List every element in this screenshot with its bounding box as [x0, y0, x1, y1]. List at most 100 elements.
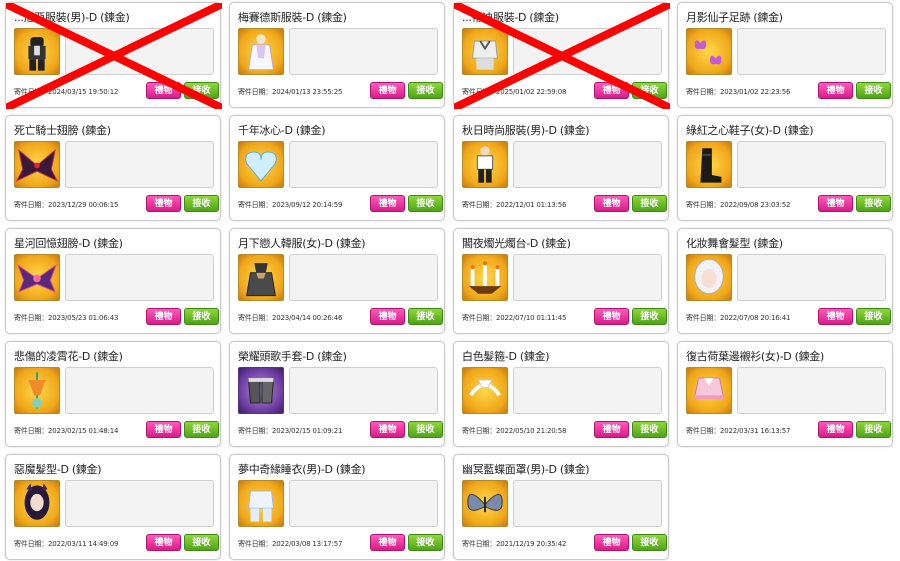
item-thumbnail: [462, 28, 508, 75]
mail-item-card: ...蒂迪服裝-D (鍊金) 寄件日期：2025/01/02 22:59:08 …: [453, 2, 670, 109]
mail-item-card: 綠紅之心鞋子(女)-D (鍊金) 寄件日期：2022/09/08 23:03:5…: [677, 115, 893, 221]
item-title: 幽冥藍蝶面罩(男)-D (鍊金): [462, 463, 590, 476]
message-box: [737, 254, 886, 301]
gift-button[interactable]: 禮物: [146, 308, 181, 325]
message-box: [513, 254, 662, 301]
message-box: [289, 28, 438, 75]
gift-button[interactable]: 禮物: [146, 421, 181, 438]
item-thumbnail: [14, 254, 60, 301]
receive-button[interactable]: 接收: [408, 421, 443, 438]
receive-button[interactable]: 接收: [632, 534, 667, 551]
item-title: ...尼亞服裝(男)-D (鍊金): [14, 11, 130, 24]
gift-button[interactable]: 禮物: [818, 308, 853, 325]
sent-date: 寄件日期：2022/03/08 13:17:57: [238, 540, 343, 548]
gift-button[interactable]: 禮物: [594, 308, 629, 325]
sent-date: 寄件日期：2022/07/08 20:16:41: [686, 314, 791, 322]
message-box: [289, 254, 438, 301]
gift-button[interactable]: 禮物: [594, 82, 629, 99]
item-title: 秋日時尚服裝(男)-D (鍊金): [462, 124, 590, 137]
message-box: [65, 254, 214, 301]
mail-item-card: 月下戀人韓服(女)-D (鍊金) 寄件日期：2023/04/14 00:26:4…: [229, 228, 445, 334]
message-box: [65, 141, 214, 188]
mail-item-card: 閣夜燭光燭台-D (鍊金) 寄件日期：2022/07/10 01:11:45 禮…: [453, 228, 669, 334]
receive-button[interactable]: 接收: [408, 195, 443, 212]
gift-button[interactable]: 禮物: [818, 82, 853, 99]
sent-date: 寄件日期：2023/01/02 22:23:56: [686, 88, 791, 96]
demon-hair-icon: [24, 483, 50, 520]
item-thumbnail: [462, 367, 508, 414]
receive-button[interactable]: 接收: [408, 82, 443, 99]
receive-button[interactable]: 接收: [184, 82, 219, 99]
sent-date: 寄件日期：2025/01/02 22:59:08: [462, 88, 567, 96]
item-thumbnail: [686, 141, 732, 188]
sent-date: 寄件日期：2022/03/31 16:13:57: [686, 427, 791, 435]
item-thumbnail: [14, 367, 60, 414]
sent-date: 寄件日期：2023/05/23 01:06:43: [14, 314, 119, 322]
mail-item-card: 月影仙子足跡 (鍊金) 寄件日期：2023/01/02 22:23:56 禮物 …: [677, 2, 893, 108]
receive-button[interactable]: 接收: [408, 308, 443, 325]
item-thumbnail: [14, 28, 60, 75]
message-box: [513, 367, 662, 414]
gift-button[interactable]: 禮物: [370, 421, 405, 438]
item-title: 榮耀頭歌手套-D (鍊金): [238, 350, 347, 363]
butterfly-mask-icon: [467, 493, 503, 513]
item-thumbnail: [238, 28, 284, 75]
sent-date: 寄件日期：2023/02/15 01:48:14: [14, 427, 119, 435]
sent-date: 寄件日期：2023/12/29 00:06:15: [14, 201, 119, 209]
item-title: 復古荷葉邊襯衫(女)-D (鍊金): [686, 350, 825, 363]
receive-button[interactable]: 接收: [184, 195, 219, 212]
receive-button[interactable]: 接收: [856, 308, 891, 325]
item-title: 月下戀人韓服(女)-D (鍊金): [238, 237, 366, 250]
receive-button[interactable]: 接收: [632, 421, 667, 438]
dark-wings-icon: [15, 148, 59, 182]
receive-button[interactable]: 接收: [184, 534, 219, 551]
gift-button[interactable]: 禮物: [594, 534, 629, 551]
message-box: [289, 141, 438, 188]
item-title: 惡魔髮型-D (鍊金): [14, 463, 102, 476]
gift-button[interactable]: 禮物: [370, 534, 405, 551]
gift-button[interactable]: 禮物: [370, 308, 405, 325]
gift-button[interactable]: 禮物: [146, 82, 181, 99]
butterfly-footprint-icon: [694, 40, 722, 65]
item-title: 白色髮箍-D (鍊金): [462, 350, 550, 363]
item-title: 悲傷的凌霄花-D (鍊金): [14, 350, 123, 363]
message-box: [513, 141, 662, 188]
gift-button[interactable]: 禮物: [370, 82, 405, 99]
mail-item-card: 惡魔髮型-D (鍊金) 寄件日期：2022/03/11 14:49:09 禮物 …: [5, 454, 221, 560]
mail-item-card: 悲傷的凌霄花-D (鍊金) 寄件日期：2023/02/15 01:48:14 禮…: [5, 341, 221, 447]
pajamas-icon: [248, 490, 274, 522]
sent-date: 寄件日期：2023/09/12 20:14:59: [238, 201, 343, 209]
outfit-male-black-icon: [28, 37, 46, 71]
gift-button[interactable]: 禮物: [146, 534, 181, 551]
receive-button[interactable]: 接收: [408, 534, 443, 551]
mail-item-card: 幽冥藍蝶面罩(男)-D (鍊金) 寄件日期：2021/12/19 20:35:4…: [453, 454, 669, 560]
outfit-white-icon: [248, 34, 274, 71]
receive-button[interactable]: 接收: [856, 82, 891, 99]
ice-heart-icon: [245, 151, 277, 182]
item-title: 綠紅之心鞋子(女)-D (鍊金): [686, 124, 814, 137]
mail-item-card: 梅賽德斯服裝-D (鍊金) 寄件日期：2024/01/13 23:55:25 禮…: [229, 2, 445, 108]
sent-date: 寄件日期：2024/01/13 23:55:25: [238, 88, 343, 96]
receive-button[interactable]: 接收: [856, 195, 891, 212]
gift-button[interactable]: 禮物: [818, 195, 853, 212]
message-box: [737, 367, 886, 414]
gift-button[interactable]: 禮物: [146, 195, 181, 212]
receive-button[interactable]: 接收: [632, 195, 667, 212]
receive-button[interactable]: 接收: [632, 308, 667, 325]
mail-item-card: 死亡騎士翅膀 (鍊金) 寄件日期：2023/12/29 00:06:15 禮物 …: [5, 115, 221, 221]
receive-button[interactable]: 接收: [632, 82, 667, 99]
receive-button[interactable]: 接收: [184, 308, 219, 325]
item-title: 夢中奇緣睡衣(男)-D (鍊金): [238, 463, 366, 476]
gift-button[interactable]: 禮物: [818, 421, 853, 438]
autumn-outfit-icon: [476, 146, 494, 183]
receive-button[interactable]: 接收: [856, 421, 891, 438]
candelabra-icon: [468, 261, 502, 294]
item-thumbnail: [462, 254, 508, 301]
gift-button[interactable]: 禮物: [370, 195, 405, 212]
gift-button[interactable]: 禮物: [594, 195, 629, 212]
message-box: [65, 480, 214, 527]
item-thumbnail: [238, 141, 284, 188]
receive-button[interactable]: 接收: [184, 421, 219, 438]
gift-button[interactable]: 禮物: [594, 421, 629, 438]
sent-date: 寄件日期：2022/05/10 21:20:58: [462, 427, 567, 435]
